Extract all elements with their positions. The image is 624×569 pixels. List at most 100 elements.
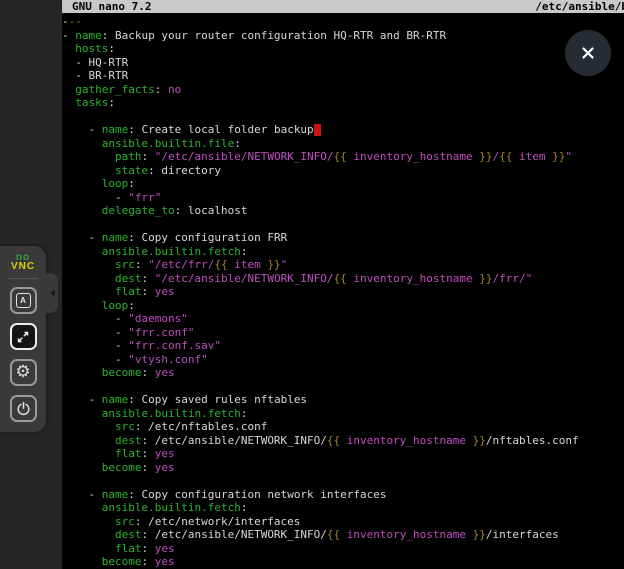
code-line: src: /etc/nftables.conf [62, 420, 624, 434]
code-segment: }} [479, 150, 492, 163]
code-line: dest: /etc/ansible/NETWORK_INFO/{{ inven… [62, 434, 624, 448]
code-segment: ansible.builtin.file [102, 137, 234, 150]
code-segment [62, 366, 102, 379]
nano-filename-label: /etc/ansible/b [535, 0, 624, 13]
text-cursor [314, 124, 321, 136]
terminal-window: GNU nano 7.2 /etc/ansible/b ---- name: B… [62, 0, 624, 569]
code-segment: item [228, 258, 268, 271]
code-line [62, 474, 624, 488]
code-segment: hosts [75, 42, 108, 55]
power-button[interactable] [10, 395, 37, 422]
code-segment: {{ [327, 434, 340, 447]
code-line: --- [62, 15, 624, 29]
code-segment: " [565, 150, 572, 163]
code-segment: yes [155, 461, 175, 474]
close-x-icon [579, 44, 597, 62]
code-segment [62, 299, 102, 312]
code-segment: yes [155, 542, 175, 555]
code-line: - "frr" [62, 191, 624, 205]
code-segment [62, 177, 102, 190]
code-segment: /interfaces [486, 528, 559, 541]
code-line: state: directory [62, 164, 624, 178]
code-segment: }} [479, 272, 492, 285]
code-line [62, 110, 624, 124]
code-segment: : [141, 285, 154, 298]
code-segment: tasks [75, 96, 108, 109]
code-segment [62, 555, 102, 568]
code-line: tasks: [62, 96, 624, 110]
fullscreen-button[interactable] [10, 323, 37, 350]
code-segment: : [142, 461, 155, 474]
code-segment: src [115, 420, 135, 433]
code-segment [62, 285, 115, 298]
code-segment: - [62, 29, 75, 42]
code-segment [62, 420, 115, 433]
code-segment: ansible.builtin.fetch [102, 245, 241, 258]
code-segment: : [241, 245, 248, 258]
extra-keys-button[interactable]: A [10, 287, 37, 314]
toolbar-collapse-handle[interactable] [46, 273, 58, 313]
code-segment: flat [115, 285, 142, 298]
code-segment: - [62, 488, 102, 501]
code-line: src: /etc/network/interfaces [62, 515, 624, 529]
code-segment: : [142, 555, 155, 568]
code-segment [62, 245, 102, 258]
code-segment: - BR-RTR [62, 69, 128, 82]
code-line: loop: [62, 299, 624, 313]
code-segment: "/etc/ansible/NETWORK_INFO/ [155, 150, 334, 163]
code-segment: path [115, 150, 142, 163]
code-segment: "vtysh.conf" [128, 353, 207, 366]
novnc-logo: no VNC [11, 253, 35, 271]
code-segment: - [62, 231, 102, 244]
code-line: become: yes [62, 461, 624, 475]
code-segment: - [62, 15, 69, 28]
code-segment: }} [473, 528, 486, 541]
code-segment: : localhost [175, 204, 248, 217]
code-segment: dest [115, 434, 142, 447]
code-line [62, 218, 624, 232]
code-segment: dest [115, 272, 142, 285]
code-segment: : [141, 447, 154, 460]
power-icon [16, 401, 31, 416]
code-segment [62, 150, 115, 163]
code-line: become: yes [62, 555, 624, 569]
code-segment: : Copy configuration FRR [128, 231, 287, 244]
code-line: - "daemons" [62, 312, 624, 326]
nano-version-label: GNU nano 7.2 [72, 0, 151, 13]
code-segment [62, 96, 75, 109]
code-line: flat: yes [62, 285, 624, 299]
code-segment: " [281, 258, 288, 271]
code-segment: - [62, 339, 128, 352]
code-line [62, 380, 624, 394]
code-segment: gather_facts [75, 83, 154, 96]
code-segment: {{ [499, 150, 512, 163]
close-button[interactable] [565, 30, 611, 76]
code-segment [62, 542, 115, 555]
code-segment: /nftables.conf [486, 434, 579, 447]
code-line: flat: yes [62, 447, 624, 461]
code-segment: "/etc/ansible/NETWORK_INFO/ [155, 272, 334, 285]
editor-text[interactable]: ---- name: Backup your router configurat… [62, 13, 624, 569]
code-segment: loop [102, 177, 129, 190]
code-segment [62, 258, 115, 271]
code-segment: : /etc/ansible/NETWORK_INFO/ [141, 434, 326, 447]
code-segment: inventory_hostname [347, 272, 479, 285]
code-segment: : [141, 542, 154, 555]
code-segment: name [102, 488, 129, 501]
code-line: - "frr.conf.sav" [62, 339, 624, 353]
fullscreen-icon [16, 330, 30, 344]
code-line: - name: Create local folder backup [62, 123, 624, 137]
code-segment: }} [267, 258, 280, 271]
code-segment: inventory_hostname [347, 150, 479, 163]
code-segment: : /etc/network/interfaces [135, 515, 301, 528]
code-segment: "frr.conf.sav" [128, 339, 221, 352]
code-segment: {{ [327, 528, 340, 541]
nano-titlebar: GNU nano 7.2 /etc/ansible/b [62, 0, 624, 13]
code-segment: ansible.builtin.fetch [102, 501, 241, 514]
code-segment: - [62, 393, 102, 406]
settings-button[interactable]: ⚙ [10, 359, 37, 386]
code-segment [62, 515, 115, 528]
code-segment: - [62, 123, 102, 136]
code-segment: : [141, 272, 154, 285]
code-segment [62, 434, 115, 447]
